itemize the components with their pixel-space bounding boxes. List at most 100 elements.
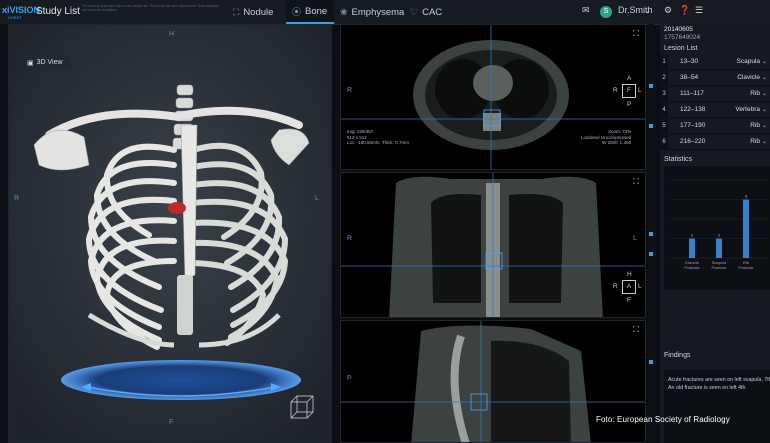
lesion-range: 13–30 (680, 58, 699, 65)
lesion-number: 2 (660, 71, 668, 85)
help-icon[interactable]: ❓ (679, 5, 690, 16)
axial-orientation-cube[interactable]: A R F L P (613, 75, 643, 115)
chart-bar[interactable] (689, 238, 695, 259)
lesion-marker[interactable] (168, 202, 186, 214)
orient-bottom: F (169, 419, 174, 426)
chevron-down-icon[interactable]: ⌄ (762, 135, 767, 149)
statistics-title: Statistics (664, 156, 693, 163)
axial-scrollbar[interactable] (648, 24, 654, 170)
settings-icon[interactable]: ☰ (695, 5, 703, 16)
coronal-view-pane[interactable]: R L ⛶ H R A L F (340, 172, 646, 318)
coronal-ct-image (341, 173, 645, 317)
lesion-list-title: Lesion List (664, 45, 698, 52)
lesion-row[interactable]: 3 111–117 Rib ⌄ (660, 87, 770, 102)
coronal-scrollbar[interactable] (648, 172, 654, 318)
cube-label-center: F (622, 84, 636, 98)
avatar[interactable]: S (600, 6, 612, 18)
lesion-type: Rib (750, 90, 760, 97)
coronal-orient-left: R (347, 235, 353, 242)
disclaimer-text: For research purposes only, not for clin… (82, 4, 220, 12)
sagittal-ct-image (341, 321, 645, 442)
lesion-row[interactable]: 4 122–138 Vertebra ⌄ (660, 103, 770, 118)
lesion-type: Scapula (736, 58, 761, 65)
findings-text: Acute fractures are seen on left scapula… (668, 377, 770, 391)
lesion-number: 1 (660, 55, 668, 69)
heart-icon: ♡ (410, 6, 419, 17)
right-sidebar: 20140605 1757649024 Lesion List 1 13–30 … (660, 24, 770, 443)
chevron-down-icon[interactable]: ⌄ (762, 71, 767, 85)
chart-data-label: 1 (718, 233, 721, 238)
tab-nodule-label: Nodule (243, 6, 274, 18)
chevron-down-icon[interactable]: ⌄ (762, 55, 767, 69)
chevron-down-icon[interactable]: ⌄ (762, 119, 767, 133)
axial-view-pane[interactable]: R ⛶ Img: 228/357 512 x 512 Loc: -180.60m… (340, 24, 646, 170)
tab-nodule[interactable]: ⛶ Nodule (233, 0, 283, 24)
lesion-row[interactable]: 5 177–190 Rib ⌄ (660, 119, 770, 134)
maximize-icon[interactable]: ⛶ (631, 325, 641, 335)
chevron-down-icon[interactable]: ⌄ (762, 87, 767, 101)
findings-title: Findings (664, 352, 691, 359)
view-3d-pane[interactable]: ▣ 3D View H F R L (8, 24, 332, 443)
axial-ct-image (341, 25, 645, 169)
tab-emphysema-label: Emphysema (351, 6, 405, 18)
3d-view-label: 3D View (36, 59, 63, 66)
tab-emphysema[interactable]: ❀ Emphysema (340, 0, 408, 24)
lesion-row[interactable]: 1 13–30 Scapula ⌄ (660, 55, 770, 70)
lungs-icon: ❀ (340, 6, 348, 17)
lesion-number: 5 (660, 119, 668, 133)
chart-bar[interactable] (716, 238, 722, 259)
tab-cac[interactable]: ♡ CAC (410, 0, 450, 24)
tab-bone-label: Bone (305, 5, 328, 17)
statistics-chart: 1ClavicleFracture1ScapulaFracture3RibFra… (670, 179, 770, 270)
lesion-type: Clavicle (737, 74, 760, 81)
tab-bone[interactable]: ⦿ Bone (286, 0, 334, 24)
app-logo: xiVISION (2, 5, 41, 15)
lesion-range: 177–190 (680, 122, 706, 129)
cube-label-right: L (638, 87, 642, 94)
study-date: 20140605 (664, 26, 693, 33)
coronal-orient-right: L (633, 235, 637, 242)
sagittal-scrollbar[interactable] (648, 320, 654, 443)
axial-overlay-left: Img: 228/357 512 x 512 Loc: -180.60mm Th… (347, 129, 409, 145)
app-logo-sub: CHEST (8, 15, 22, 20)
chart-bar[interactable] (743, 199, 749, 259)
3d-view-button[interactable]: ▣ 3D View (23, 55, 71, 70)
lesion-number: 3 (660, 87, 668, 101)
sagittal-view-pane[interactable]: P ⛶ (340, 320, 646, 443)
sagittal-orient-left: P (347, 375, 352, 382)
rotation-disc[interactable] (61, 360, 301, 400)
orient-left: R (14, 195, 20, 202)
cube-label-bottom: F (627, 297, 631, 304)
lesion-row[interactable]: 6 216–220 Rib ⌄ (660, 135, 770, 150)
lesion-type: Rib (750, 122, 760, 129)
orient-top: H (169, 31, 175, 38)
nodule-icon: ⛶ (233, 6, 240, 17)
cube-label-left: R (613, 87, 618, 94)
findings-panel: Acute fractures are seen on left scapula… (664, 370, 770, 443)
coronal-orientation-cube[interactable]: H R A L F (613, 271, 643, 311)
statistics-panel: 1 Clavicle Fracture 1 Scapula Fracture 3 Rib Fra… (664, 166, 770, 290)
skeleton-render (9, 25, 331, 442)
chart-category-label: Fracture (685, 265, 701, 270)
lesion-range: 216–220 (680, 138, 706, 145)
lesion-type: Vertebra (735, 106, 760, 113)
lesion-row[interactable]: 2 38–54 Clavicle ⌄ (660, 71, 770, 86)
gear-icon[interactable]: ⚙ (664, 5, 672, 16)
lesion-number: 4 (660, 103, 668, 117)
cube-label-bottom: P (627, 101, 632, 108)
study-info: 20140605 1757649024 (664, 26, 700, 41)
study-list-link[interactable]: Study List (36, 6, 80, 17)
top-bar: xiVISION CHEST Study List For research p… (0, 0, 770, 25)
photo-credit: Foto: European Society of Radiology (596, 415, 730, 424)
maximize-icon[interactable]: ⛶ (631, 177, 641, 187)
lesion-range: 38–54 (680, 74, 699, 81)
maximize-icon[interactable]: ⛶ (631, 29, 641, 39)
chart-data-label: 3 (745, 194, 748, 199)
cube-label-left: R (613, 283, 618, 290)
mail-icon[interactable]: ✉ (582, 5, 590, 16)
chevron-down-icon[interactable]: ⌄ (645, 7, 651, 15)
cube-label-right: L (638, 283, 642, 290)
left-edge-strip (0, 24, 8, 443)
axial-overlay-right: Zoom: 73% Lossless/ Uncompressed W 2500 … (581, 129, 632, 145)
chevron-down-icon[interactable]: ⌄ (762, 103, 767, 117)
